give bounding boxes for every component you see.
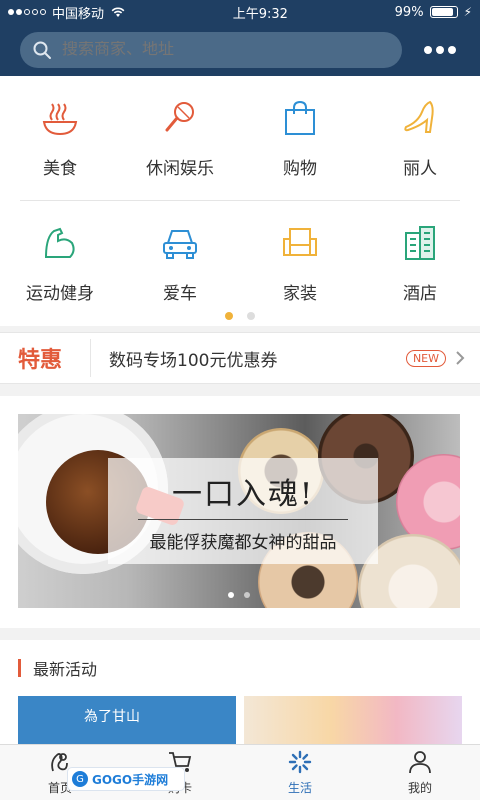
category-pager (0, 312, 480, 320)
special-offer-bar[interactable]: 特惠 数码专场100元优惠券 NEW (0, 332, 480, 384)
top-bar: 中国移动 上午9:32 99% ⚡ (0, 0, 480, 76)
car-icon (160, 223, 200, 263)
special-offer-text: 数码专场100元优惠券 (109, 350, 278, 371)
banner-section: 一口入魂! 最能俘获魔都女神的甜品 (0, 396, 480, 628)
battery-percent: 99% (394, 4, 424, 20)
activity-tile-1[interactable]: 為了甘山 (18, 696, 236, 744)
signal-dots (8, 9, 46, 15)
category-beauty[interactable]: 丽人 (360, 76, 480, 200)
category-food[interactable]: 美食 (0, 76, 120, 200)
new-badge: NEW (405, 349, 446, 367)
section-title: 最新活动 (33, 660, 98, 679)
tab-mine[interactable]: 我的 (360, 745, 480, 800)
tab-life[interactable]: 生活 (240, 745, 360, 800)
special-offer-badge: 特惠 (18, 348, 63, 373)
latest-activities: 最新活动 為了甘山 (0, 640, 480, 744)
search-icon (33, 41, 51, 59)
banner-pager (18, 592, 460, 598)
carrier-label: 中国移动 (52, 6, 105, 22)
wifi-icon (111, 7, 125, 17)
noodle-bowl-icon (40, 98, 80, 138)
watermark-text: GOGO手游网 (92, 772, 169, 787)
category-hotel[interactable]: 酒店 (360, 201, 480, 325)
banner-title: 一口入魂! (171, 477, 315, 512)
header (0, 24, 480, 76)
category-home-decor[interactable]: 家装 (240, 201, 360, 325)
charging-icon: ⚡ (463, 5, 472, 19)
search-box[interactable] (20, 32, 402, 68)
category-shopping[interactable]: 购物 (240, 76, 360, 200)
category-fitness[interactable]: 运动健身 (0, 201, 120, 325)
search-input[interactable] (62, 41, 390, 59)
banner-subtitle: 最能俘获魔都女神的甜品 (149, 533, 337, 553)
category-grid: 美食 休闲娱乐 购物 丽人 运动健身 爱车 家装 酒店 (0, 76, 480, 326)
high-heel-icon (400, 98, 440, 138)
gogo-logo-icon: G (72, 771, 88, 787)
activity-tile-2[interactable] (244, 696, 462, 744)
activity-tile-1-text: 為了甘山 (84, 709, 140, 725)
life-icon (288, 750, 312, 774)
muscle-arm-icon (40, 223, 80, 263)
watermark-logo: G GOGO手游网 (68, 768, 184, 790)
battery-icon (429, 6, 458, 18)
more-menu-button[interactable] (420, 46, 460, 54)
status-bar: 中国移动 上午9:32 99% ⚡ (0, 0, 480, 24)
category-entertainment[interactable]: 休闲娱乐 (120, 76, 240, 200)
shopping-bag-icon (280, 98, 320, 138)
category-car[interactable]: 爱车 (120, 201, 240, 325)
clock: 上午9:32 (232, 6, 288, 22)
chevron-right-icon (456, 351, 465, 365)
dessert-banner[interactable]: 一口入魂! 最能俘获魔都女神的甜品 (18, 414, 460, 608)
banner-caption: 一口入魂! 最能俘获魔都女神的甜品 (108, 458, 378, 564)
microphone-icon (160, 98, 200, 138)
armchair-icon (280, 223, 320, 263)
building-icon (400, 223, 440, 263)
user-icon (409, 751, 431, 774)
